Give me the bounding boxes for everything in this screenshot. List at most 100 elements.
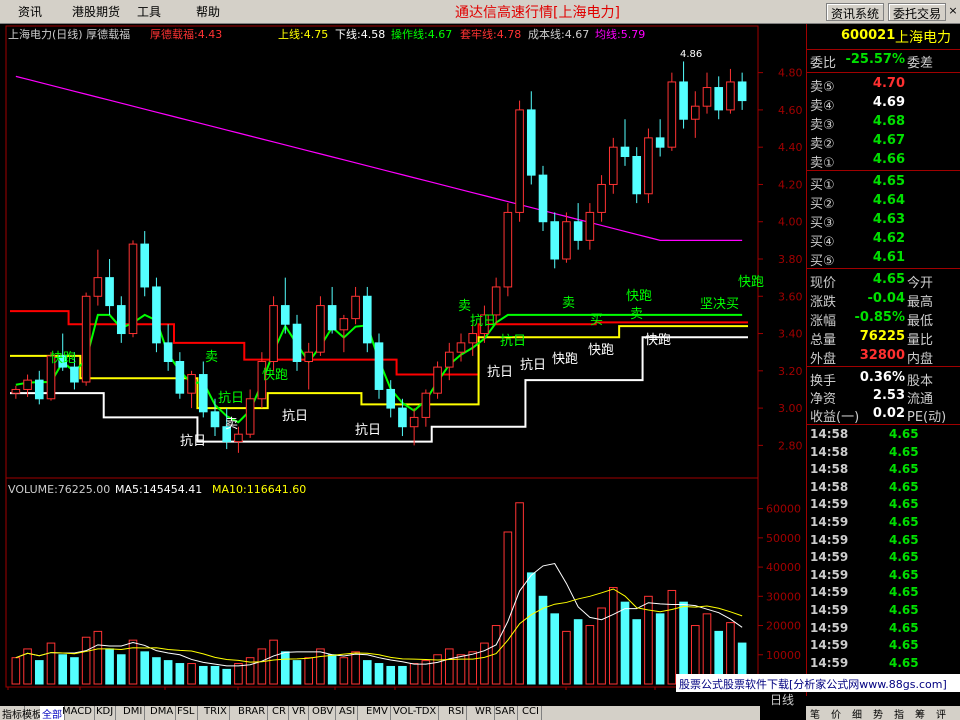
candle-body bbox=[421, 392, 431, 418]
ask-row-label: 卖② bbox=[810, 137, 835, 152]
candle-body bbox=[152, 286, 161, 344]
close-icon[interactable]: × bbox=[947, 4, 959, 18]
tick-row: 14:58 4.65 bbox=[807, 427, 960, 446]
legend-avg-line: 均线:5.79 bbox=[595, 27, 645, 41]
indicator-tab[interactable]: FSL bbox=[175, 706, 198, 720]
panel-tab[interactable]: 指 bbox=[894, 706, 904, 720]
legend-volume: VOLUME:76225.00 bbox=[8, 483, 110, 496]
candle-body bbox=[503, 211, 513, 288]
bid-row-label: 买⑤ bbox=[810, 254, 835, 269]
tick-row: 14:59 4.65 bbox=[807, 638, 960, 657]
indicator-tab[interactable]: DMI bbox=[121, 706, 146, 720]
indicator-tab[interactable]: BRAR bbox=[236, 706, 269, 720]
period-label[interactable]: 日线 bbox=[770, 691, 794, 708]
stat-row-label2: 内盘 bbox=[907, 352, 934, 367]
menu-item-hk-futures[interactable]: 港股期货 bbox=[72, 3, 120, 20]
watermark-banner[interactable]: 股票公式股票软件下载[分析家公式网www.88gs.com] bbox=[676, 674, 960, 692]
stat-row: 总量 76225 量比 bbox=[807, 329, 960, 348]
price-tick-label: 4.60 bbox=[778, 104, 803, 117]
candle-body bbox=[374, 342, 384, 390]
stat-row-label: 现价 bbox=[810, 276, 837, 291]
indicator-tab[interactable]: VOL-TDX bbox=[391, 706, 440, 720]
panel-tab[interactable]: 笔 bbox=[810, 706, 820, 720]
indicator-tab[interactable]: OBV bbox=[310, 706, 337, 720]
price-tick-label: 3.80 bbox=[778, 253, 803, 266]
candle-body bbox=[198, 374, 208, 413]
kline-chart[interactable]: 上海电力(日线) 厚德载福 厚德载福:4.43 上线:4.75 下线:4.58 … bbox=[0, 24, 806, 690]
indicator-tab[interactable]: MACD bbox=[60, 706, 95, 720]
menu-item-help[interactable]: 帮助 bbox=[196, 3, 220, 20]
volume-bar bbox=[608, 587, 618, 685]
volume-bar bbox=[116, 654, 126, 685]
tick-time: 14:59 bbox=[810, 515, 849, 529]
candle-body bbox=[550, 221, 560, 260]
stock-name: 上海电力 bbox=[895, 30, 951, 46]
candle-body bbox=[726, 81, 735, 111]
stat-row: 涨跌 -0.04 最高 bbox=[807, 291, 960, 310]
indicator-tab[interactable]: RSI bbox=[446, 706, 468, 720]
panel-tab-bar: 笔价细势指筹评 bbox=[806, 706, 960, 720]
signal-label: 抗日 bbox=[500, 334, 526, 349]
indicator-tab[interactable]: KDJ bbox=[94, 706, 117, 720]
tick-price: 4.65 bbox=[889, 550, 919, 565]
volume-bar bbox=[503, 531, 513, 685]
stat-row: 外盘 32800 内盘 bbox=[807, 348, 960, 367]
menu-item-news[interactable]: 资讯 bbox=[18, 3, 42, 20]
stat2-row-label: 换手 bbox=[810, 374, 837, 389]
panel-tab[interactable]: 细 bbox=[852, 706, 862, 720]
indicator-tab[interactable]: TRIX bbox=[202, 706, 230, 720]
stat2-row: 净资 2.53 流通 bbox=[807, 388, 960, 407]
panel-tab[interactable]: 评 bbox=[936, 706, 946, 720]
panel-tab[interactable]: 筹 bbox=[915, 706, 925, 720]
indicator-tab[interactable]: ASI bbox=[337, 706, 359, 720]
candle-body bbox=[11, 388, 21, 394]
volume-bar bbox=[398, 665, 407, 685]
candle bbox=[374, 333, 384, 399]
tick-row: 14:59 4.65 bbox=[807, 621, 960, 640]
volume-bar bbox=[46, 642, 56, 685]
ask-row-value: 4.68 bbox=[872, 114, 905, 129]
candle-body bbox=[690, 105, 700, 120]
signal-label: 卖 bbox=[458, 299, 471, 314]
bid-row-label: 买④ bbox=[810, 235, 835, 250]
tick-price: 4.65 bbox=[889, 585, 919, 600]
stat-row-label: 涨跌 bbox=[810, 295, 837, 310]
indicator-tab[interactable]: CCI bbox=[520, 706, 542, 720]
volume-bar bbox=[292, 660, 302, 685]
candle-body bbox=[515, 109, 524, 213]
candle-body bbox=[280, 305, 290, 325]
indicator-tab[interactable]: WR bbox=[473, 706, 495, 720]
panel-tab[interactable]: 价 bbox=[831, 706, 841, 720]
panel-tab[interactable]: 势 bbox=[873, 706, 883, 720]
bid-row-label: 买③ bbox=[810, 216, 835, 231]
news-system-button[interactable]: 资讯系统 bbox=[826, 3, 885, 21]
indicator-tab[interactable]: CR bbox=[270, 706, 289, 720]
menu-item-tools[interactable]: 工具 bbox=[137, 3, 161, 20]
stat2-row: 收益(一) 0.02 PE(动) bbox=[807, 406, 960, 425]
signal-label: 买 bbox=[590, 313, 603, 328]
stat-row-label2: 量比 bbox=[907, 333, 934, 348]
volume-tick-label: 60000 bbox=[766, 503, 801, 516]
candle bbox=[128, 240, 138, 338]
volume-bar bbox=[11, 657, 21, 685]
trade-button[interactable]: 委托交易 bbox=[888, 3, 947, 21]
candle-body bbox=[304, 351, 314, 363]
indicator-tab[interactable]: SAR bbox=[493, 706, 519, 720]
volume-bar bbox=[526, 572, 536, 685]
ask-row-label: 卖① bbox=[810, 156, 835, 171]
volume-bar bbox=[550, 613, 560, 685]
tick-price: 4.65 bbox=[889, 620, 919, 635]
signal-label: 快跑 bbox=[626, 289, 652, 304]
candle-body bbox=[245, 398, 255, 435]
candle-body bbox=[234, 433, 243, 443]
candle bbox=[362, 286, 372, 353]
indicator-tab[interactable]: EMV bbox=[364, 706, 391, 720]
indicator-tab[interactable]: DMA bbox=[148, 706, 177, 720]
candle-body bbox=[362, 295, 372, 344]
tick-price: 4.65 bbox=[889, 479, 919, 494]
candle-body bbox=[34, 379, 44, 400]
signal-label: 抗日 bbox=[487, 365, 513, 380]
ask-row-value: 4.70 bbox=[872, 76, 905, 91]
candle-body bbox=[585, 211, 595, 241]
indicator-tab[interactable]: VR bbox=[290, 706, 309, 720]
